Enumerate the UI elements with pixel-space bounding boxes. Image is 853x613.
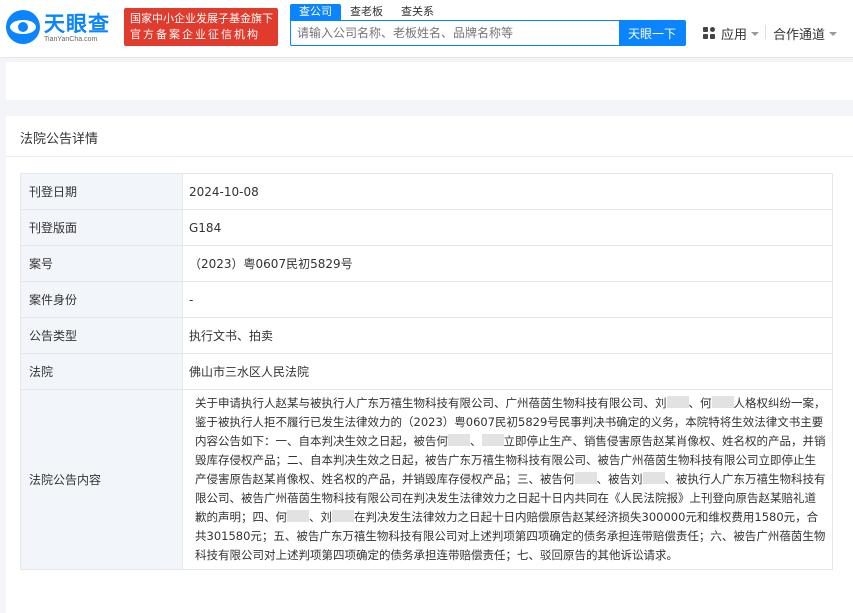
tianyancha-logo[interactable]: 天眼查 TianYanCha.com (6, 8, 122, 48)
redacted-name (711, 396, 734, 408)
redacted-name (666, 396, 689, 408)
row-label: 法院 (20, 353, 183, 390)
redacted-name (574, 472, 597, 484)
search-input[interactable] (291, 21, 619, 45)
top-header: 天眼查 TianYanCha.com 国家中小企业发展子基金旗下 官方备案企业征… (0, 0, 853, 58)
notice-content-text: 关于申请执行人赵某与被执行人广东万禧生物科技有限公司、广州蓓茵生物科技有限公司、… (195, 396, 826, 562)
case-role: - (182, 281, 833, 318)
publish-page: G184 (182, 209, 833, 246)
nav-divider (765, 25, 766, 39)
chevron-down-icon (829, 31, 838, 36)
court-name: 佛山市三水区人民法院 (182, 353, 833, 390)
card-divider (6, 156, 853, 157)
row-label: 案号 (20, 245, 183, 282)
row-label: 刊登日期 (20, 173, 183, 210)
row-label: 公告类型 (20, 317, 183, 354)
notice-type: 执行文书、拍卖 (182, 317, 833, 354)
table-row: 法院 佛山市三水区人民法院 (20, 353, 833, 390)
tab-company[interactable]: 查公司 (290, 4, 341, 20)
nav-apps-label: 应用 (721, 28, 748, 43)
card-title: 法院公告详情 (20, 132, 99, 147)
search-box: 天眼一下 (290, 20, 686, 46)
table-row: 刊登日期 2024-10-08 (20, 173, 833, 210)
redacted-name (642, 472, 665, 484)
table-row: 案号 （2023）粤0607民初5829号 (20, 245, 833, 282)
redacted-name (287, 510, 309, 522)
row-label: 刊登版面 (20, 209, 183, 246)
logo-domain: TianYanCha.com (44, 36, 98, 43)
eye-logo-icon (6, 10, 40, 44)
table-row: 法院公告内容 关于申请执行人赵某与被执行人广东万禧生物科技有限公司、广州蓓茵生物… (20, 389, 833, 570)
table-row: 刊登版面 G184 (20, 209, 833, 246)
nav-coop-label: 合作通道 (773, 28, 826, 43)
table-row: 案件身份 - (20, 281, 833, 318)
chevron-down-icon (751, 31, 760, 36)
notice-content: 关于申请执行人赵某与被执行人广东万禧生物科技有限公司、广州蓓茵生物科技有限公司、… (182, 389, 833, 570)
row-label: 案件身份 (20, 281, 183, 318)
logo-name: 天眼查 (44, 12, 110, 36)
detail-card: 法院公告详情 刊登日期 2024-10-08 刊登版面 G184 案号 （202… (6, 116, 853, 613)
case-number-link[interactable]: （2023）粤0607民初5829号 (182, 245, 833, 282)
publish-date: 2024-10-08 (182, 173, 833, 210)
row-label: 法院公告内容 (20, 389, 183, 570)
tab-relation[interactable]: 查关系 (392, 4, 443, 20)
top-empty-panel (6, 62, 853, 100)
badge-line-2: 官方备案企业征信机构 (130, 28, 260, 41)
apps-grid-icon (703, 27, 716, 40)
redacted-name (332, 510, 354, 522)
badge-line-1: 国家中小企业发展子基金旗下 (130, 12, 273, 25)
redacted-name (481, 434, 504, 446)
tab-boss[interactable]: 查老板 (341, 4, 392, 20)
nav-apps[interactable]: 应用 (703, 24, 760, 43)
nav-coop[interactable]: 合作通道 (773, 24, 838, 43)
search-tabs: 查公司 查老板 查关系 (290, 4, 443, 20)
official-badge: 国家中小企业发展子基金旗下 官方备案企业征信机构 (124, 8, 278, 46)
table-row: 公告类型 执行文书、拍卖 (20, 317, 833, 354)
redacted-name (448, 434, 470, 446)
search-button[interactable]: 天眼一下 (619, 21, 685, 45)
detail-table: 刊登日期 2024-10-08 刊登版面 G184 案号 （2023）粤0607… (20, 173, 833, 570)
